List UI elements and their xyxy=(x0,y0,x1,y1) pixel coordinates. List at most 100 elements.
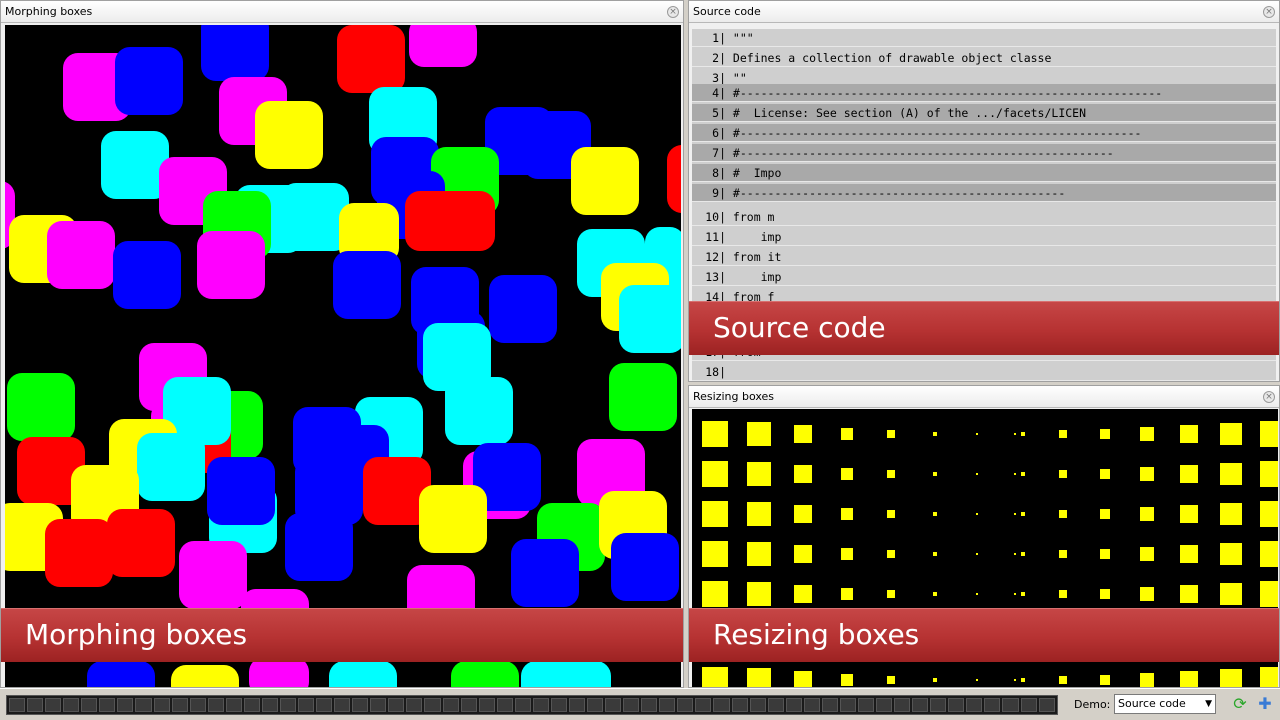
line-number: 4| xyxy=(712,86,726,100)
resizing-box xyxy=(1260,421,1278,447)
resizing-box xyxy=(702,461,728,487)
morphing-box xyxy=(329,661,397,687)
code-line: 1| """ xyxy=(692,29,1276,47)
source-code-panel: Source code × 1| """ 2| Defines a collect… xyxy=(688,0,1280,382)
resizing-box xyxy=(841,588,853,600)
progress-segment xyxy=(1020,698,1037,712)
demo-label: Demo: xyxy=(1074,698,1111,711)
add-icon[interactable]: ✚ xyxy=(1255,694,1275,714)
code-line: 4| #------------------------------------… xyxy=(692,84,1276,102)
resizing-box xyxy=(1014,553,1016,555)
resizing-box xyxy=(976,679,978,681)
resizing-box xyxy=(841,674,853,686)
close-icon[interactable]: × xyxy=(667,6,679,18)
resizing-box xyxy=(1014,433,1016,435)
resizing-box xyxy=(1059,430,1067,438)
progress-segment xyxy=(261,698,278,712)
line-text: "" xyxy=(726,71,747,85)
progress-segment xyxy=(749,698,766,712)
resizing-box xyxy=(1220,423,1242,445)
refresh-icon[interactable]: ⟳ xyxy=(1230,694,1250,714)
resizing-box xyxy=(1220,669,1242,687)
demo-select-value: Source code xyxy=(1118,697,1186,710)
resizing-box xyxy=(1059,590,1067,598)
morphing-box xyxy=(255,101,323,169)
progress-segment xyxy=(948,698,965,712)
progress-segment xyxy=(81,698,98,712)
line-number: 7| xyxy=(712,146,726,160)
resizing-box xyxy=(1100,429,1110,439)
resizing-box xyxy=(747,542,771,566)
resizing-box xyxy=(887,676,895,684)
line-number: 18| xyxy=(705,365,726,379)
progress-segment xyxy=(45,698,62,712)
progress-segment xyxy=(713,698,730,712)
progress-segment xyxy=(857,698,874,712)
line-number: 9| xyxy=(712,186,726,200)
resizing-box xyxy=(1180,671,1198,687)
resizing-box xyxy=(1014,593,1016,595)
progress-segment xyxy=(767,698,784,712)
resizing-box xyxy=(1014,513,1016,515)
progress-segment xyxy=(1038,698,1055,712)
resizing-box xyxy=(1260,581,1278,607)
resizing-box xyxy=(794,671,812,687)
progress-segment xyxy=(63,698,80,712)
resizing-box xyxy=(794,425,812,443)
morphing-box xyxy=(207,457,275,525)
morphing-box xyxy=(609,363,677,431)
morphing-boxes-panel: Morphing boxes × Morphing boxes xyxy=(0,0,684,688)
resizing-box xyxy=(1140,507,1154,521)
progress-segment xyxy=(1002,698,1019,712)
line-text: imp xyxy=(726,270,782,284)
code-line: 11| imp xyxy=(692,228,1276,246)
close-icon[interactable]: × xyxy=(1263,6,1275,18)
code-line: 13| imp xyxy=(692,268,1276,286)
resizing-box xyxy=(933,678,937,682)
morphing-box xyxy=(113,241,181,309)
progress-segment xyxy=(587,698,604,712)
resizing-box xyxy=(1260,541,1278,567)
progress-segment xyxy=(568,698,585,712)
progress-segment xyxy=(532,698,549,712)
morphing-box xyxy=(405,191,495,251)
source-code-title: Source code xyxy=(689,1,1279,23)
morphing-box xyxy=(667,145,681,213)
morphing-box xyxy=(115,47,183,115)
line-number: 5| xyxy=(712,106,726,120)
progress-segment xyxy=(243,698,260,712)
resizing-box xyxy=(1220,543,1242,565)
resizing-box xyxy=(1100,469,1110,479)
line-text: # License: See section (A) of the .../fa… xyxy=(726,106,1087,120)
line-text: #---------------------------------------… xyxy=(726,146,1114,160)
resizing-box xyxy=(702,421,728,447)
resizing-box xyxy=(933,472,937,476)
code-line: 6| #------------------------------------… xyxy=(692,124,1276,142)
resizing-box xyxy=(976,553,978,555)
resizing-box xyxy=(1140,673,1154,687)
line-number: 6| xyxy=(712,126,726,140)
progress-segment xyxy=(424,698,441,712)
line-text xyxy=(726,365,733,379)
close-icon[interactable]: × xyxy=(1263,391,1275,403)
morphing-box xyxy=(7,373,75,441)
resizing-boxes-panel: Resizing boxes × Resizing boxes xyxy=(688,385,1280,688)
demo-select[interactable]: Source code ▼ xyxy=(1114,694,1216,714)
progress-segment xyxy=(623,698,640,712)
morphing-boxes-title: Morphing boxes xyxy=(1,1,683,23)
resizing-box xyxy=(1014,473,1016,475)
line-text: # Impo xyxy=(726,166,782,180)
progress-segment xyxy=(225,698,242,712)
resizing-box xyxy=(702,667,728,687)
morphing-box xyxy=(521,661,611,687)
resizing-box xyxy=(887,510,895,518)
progress-segment xyxy=(442,698,459,712)
resizing-box xyxy=(887,550,895,558)
resizing-box xyxy=(1021,472,1025,476)
morphing-box xyxy=(137,433,205,501)
resizing-box xyxy=(976,593,978,595)
resizing-box xyxy=(1059,510,1067,518)
resizing-box xyxy=(1059,550,1067,558)
morphing-box xyxy=(171,665,239,687)
morphing-box xyxy=(179,541,247,609)
